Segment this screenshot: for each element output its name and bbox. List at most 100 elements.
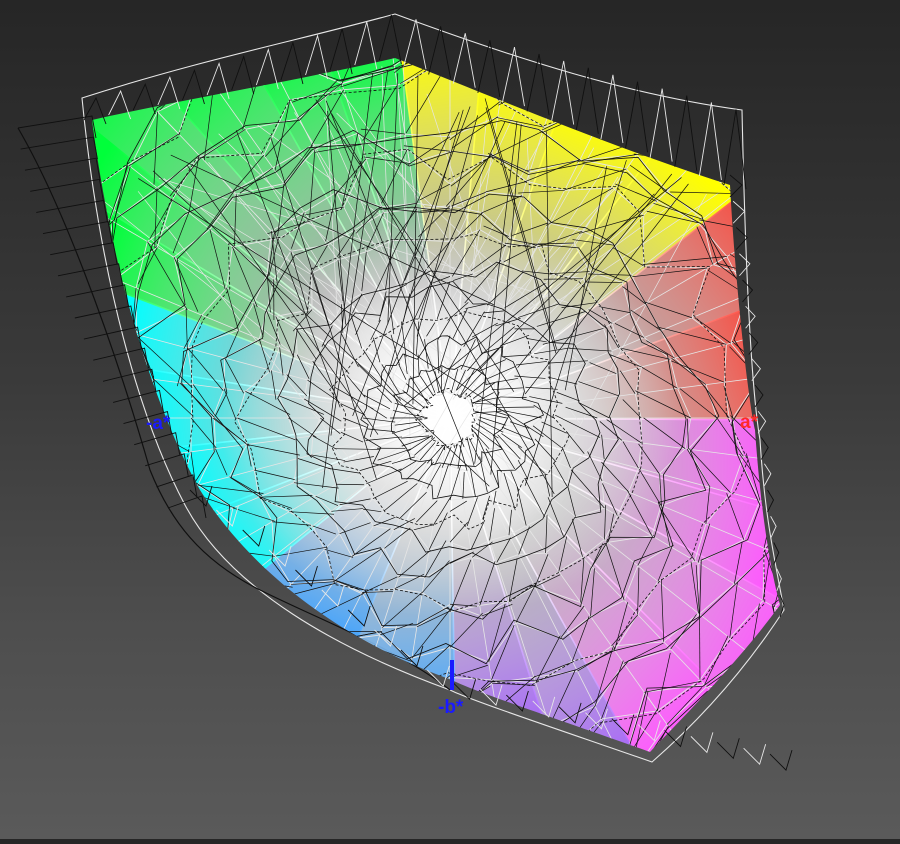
reference-mesh-spoke — [331, 772, 336, 787]
reference-mesh-spoke — [384, 814, 387, 833]
reference-mesh-spoke — [809, 261, 829, 269]
edge-mesh-tooth — [777, 569, 782, 591]
measured-mesh-diagonal — [773, 463, 796, 511]
measured-mesh-diagonal — [136, 548, 179, 577]
reference-mesh-spoke — [563, 766, 564, 769]
reference-mesh-spoke — [11, 301, 101, 325]
measured-mesh-diagonal — [392, 46, 450, 70]
reference-mesh-spoke — [624, 764, 630, 776]
reference-mesh-spoke — [563, 766, 588, 839]
reference-mesh-spoke — [38, 640, 69, 658]
reference-mesh-spoke — [191, 673, 207, 689]
reference-mesh-spoke — [755, 283, 775, 291]
neg-b-axis-label: -b* — [438, 697, 463, 719]
measured-mesh-diagonal — [116, 613, 194, 623]
reference-mesh-spoke — [191, 641, 237, 689]
measured-mesh-diagonal — [63, 367, 127, 420]
reference-mesh-spoke — [550, 726, 560, 757]
edge-mesh-tooth — [103, 369, 156, 391]
reference-mesh-spoke — [13, 510, 104, 534]
measured-mesh-diagonal — [813, 208, 872, 243]
edge-mesh-tooth — [699, 102, 721, 179]
measured-mesh-diagonal — [513, 767, 566, 818]
reference-mesh-spoke — [755, 261, 829, 292]
reference-mesh-spoke — [513, 0, 519, 23]
edge-mesh-tooth — [306, 36, 328, 79]
measured-mesh-diagonal — [387, 762, 447, 814]
reference-mesh-spoke — [163, 577, 178, 586]
measured-mesh-diagonal — [588, 777, 633, 839]
measured-mesh-diagonal — [542, 97, 611, 129]
edge-mesh-tooth — [746, 306, 756, 328]
reference-mesh-spoke — [271, 767, 274, 774]
reference-mesh-spoke — [136, 544, 145, 548]
measured-mesh-diagonal — [16, 302, 69, 365]
reference-mesh-spoke — [777, 461, 792, 463]
reference-mesh-spoke — [69, 609, 122, 640]
reference-mesh-spoke — [285, 741, 288, 747]
reference-mesh-spoke — [774, 607, 805, 625]
measured-mesh-diagonal — [789, 508, 798, 559]
measured-mesh-diagonal — [450, 753, 507, 763]
measured-mesh-diagonal — [788, 615, 790, 683]
measured-mesh-diagonal — [343, 725, 403, 749]
reference-mesh-spoke — [852, 470, 877, 473]
measured-mesh-diagonal — [781, 416, 792, 463]
edge-mesh-tooth — [739, 254, 750, 276]
edge-mesh-tooth — [650, 89, 672, 162]
reference-mesh-spoke — [250, 678, 266, 700]
measured-mesh-diagonal — [44, 365, 55, 416]
measured-mesh-diagonal — [855, 300, 887, 365]
reference-mesh-spoke — [97, 544, 146, 564]
measured-mesh-diagonal — [563, 765, 627, 766]
reference-mesh-spoke — [760, 321, 813, 335]
reference-mesh-spoke — [203, 583, 240, 612]
measured-mesh-diagonal — [268, 49, 332, 53]
measured-mesh-diagonal — [622, 65, 701, 80]
measured-mesh-diagonal — [191, 678, 268, 689]
reference-mesh-spoke — [261, 598, 277, 615]
measured-mesh-diagonal — [606, 100, 668, 111]
edge-mesh-tooth — [478, 40, 500, 97]
measured-mesh-diagonal — [10, 239, 17, 303]
reference-mesh-spoke — [113, 641, 167, 683]
reference-mesh-spoke — [507, 781, 513, 818]
reference-mesh-spoke — [496, 710, 503, 757]
reference-mesh-spoke — [560, 757, 564, 770]
edge-mesh-tooth — [58, 264, 123, 286]
edge-mesh-tooth — [758, 411, 766, 433]
measured-mesh-diagonal — [757, 333, 843, 367]
reference-mesh-spoke — [44, 365, 67, 368]
measured-mesh-diagonal — [504, 724, 553, 756]
measured-mesh-diagonal — [101, 464, 121, 504]
reference-mesh-spoke — [751, 654, 788, 683]
reference-mesh-spoke — [18, 239, 69, 260]
reference-mesh-spoke — [212, 741, 221, 754]
measured-mesh-diagonal — [237, 641, 274, 665]
measured-mesh-diagonal — [775, 379, 790, 418]
measured-mesh-diagonal — [62, 418, 137, 460]
measured-mesh-diagonal — [56, 469, 127, 503]
gamut-view: -a* a* -b* — [0, 0, 900, 839]
reference-mesh-spoke — [507, 781, 510, 802]
measured-mesh-diagonal — [813, 269, 878, 304]
measured-mesh-diagonal — [69, 640, 165, 644]
measured-mesh-diagonal — [354, 713, 405, 714]
measured-mesh-diagonal — [755, 681, 791, 737]
measured-mesh-diagonal — [203, 612, 260, 615]
reference-mesh-spoke — [360, 648, 375, 696]
reference-mesh-spoke — [822, 517, 832, 520]
edge-mesh-tooth — [761, 438, 768, 460]
reference-mesh-spoke — [299, 673, 322, 718]
reference-mesh-spoke — [37, 364, 63, 367]
measured-mesh-diagonal — [450, 776, 507, 802]
reference-mesh-spoke — [850, 359, 900, 366]
reference-mesh-spoke — [809, 243, 871, 269]
measured-mesh-diagonal — [125, 505, 137, 552]
measured-mesh-diagonal — [507, 773, 563, 780]
edge-mesh-tooth — [770, 750, 792, 770]
reference-mesh-spoke — [560, 11, 582, 78]
edge-mesh-tooth — [168, 496, 206, 518]
measured-mesh-diagonal — [865, 415, 877, 473]
edge-mesh-tooth — [601, 75, 623, 143]
